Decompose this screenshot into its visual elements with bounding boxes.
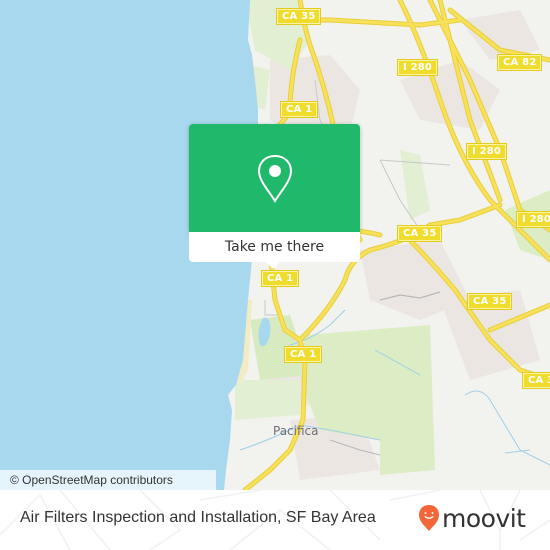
road-shield: CA 35 [396,225,443,242]
moovit-logo-icon [419,505,439,531]
moovit-wordmark: moovit [442,503,526,533]
popup-pointer [265,261,281,269]
take-me-there-label: Take me there [224,239,325,255]
road-shield: CA 35 [466,293,513,310]
road-shield: I 280 [465,143,508,160]
road-shield: I 280 [515,211,550,228]
business-title: Air Filters Inspection and Installation,… [20,509,376,526]
map-pin-icon [257,154,292,203]
popup-header [189,124,360,233]
map-view[interactable]: CA 35 CA 82 I 280 CA 1 I 280 I 280 CA 35… [0,0,550,490]
road-shield: CA 35 [275,8,322,25]
road-shield: CA 1 [283,346,323,363]
place-label-pacifica: Pacifica [273,424,319,438]
take-me-there-button[interactable]: Take me there [189,232,360,262]
road-shield: CA 3 [521,372,550,389]
attribution-text: © OpenStreetMap contributors [10,473,173,487]
map-attribution[interactable]: © OpenStreetMap contributors [0,470,216,490]
location-popup: Take me there [189,124,360,269]
road-shield: CA 1 [260,270,300,287]
road-shield: CA 82 [496,54,543,71]
road-shield: I 280 [396,59,439,76]
road-shield: CA 1 [279,101,319,118]
footer: Air Filters Inspection and Installation,… [0,490,550,550]
moovit-brand[interactable]: moovit [418,502,526,534]
